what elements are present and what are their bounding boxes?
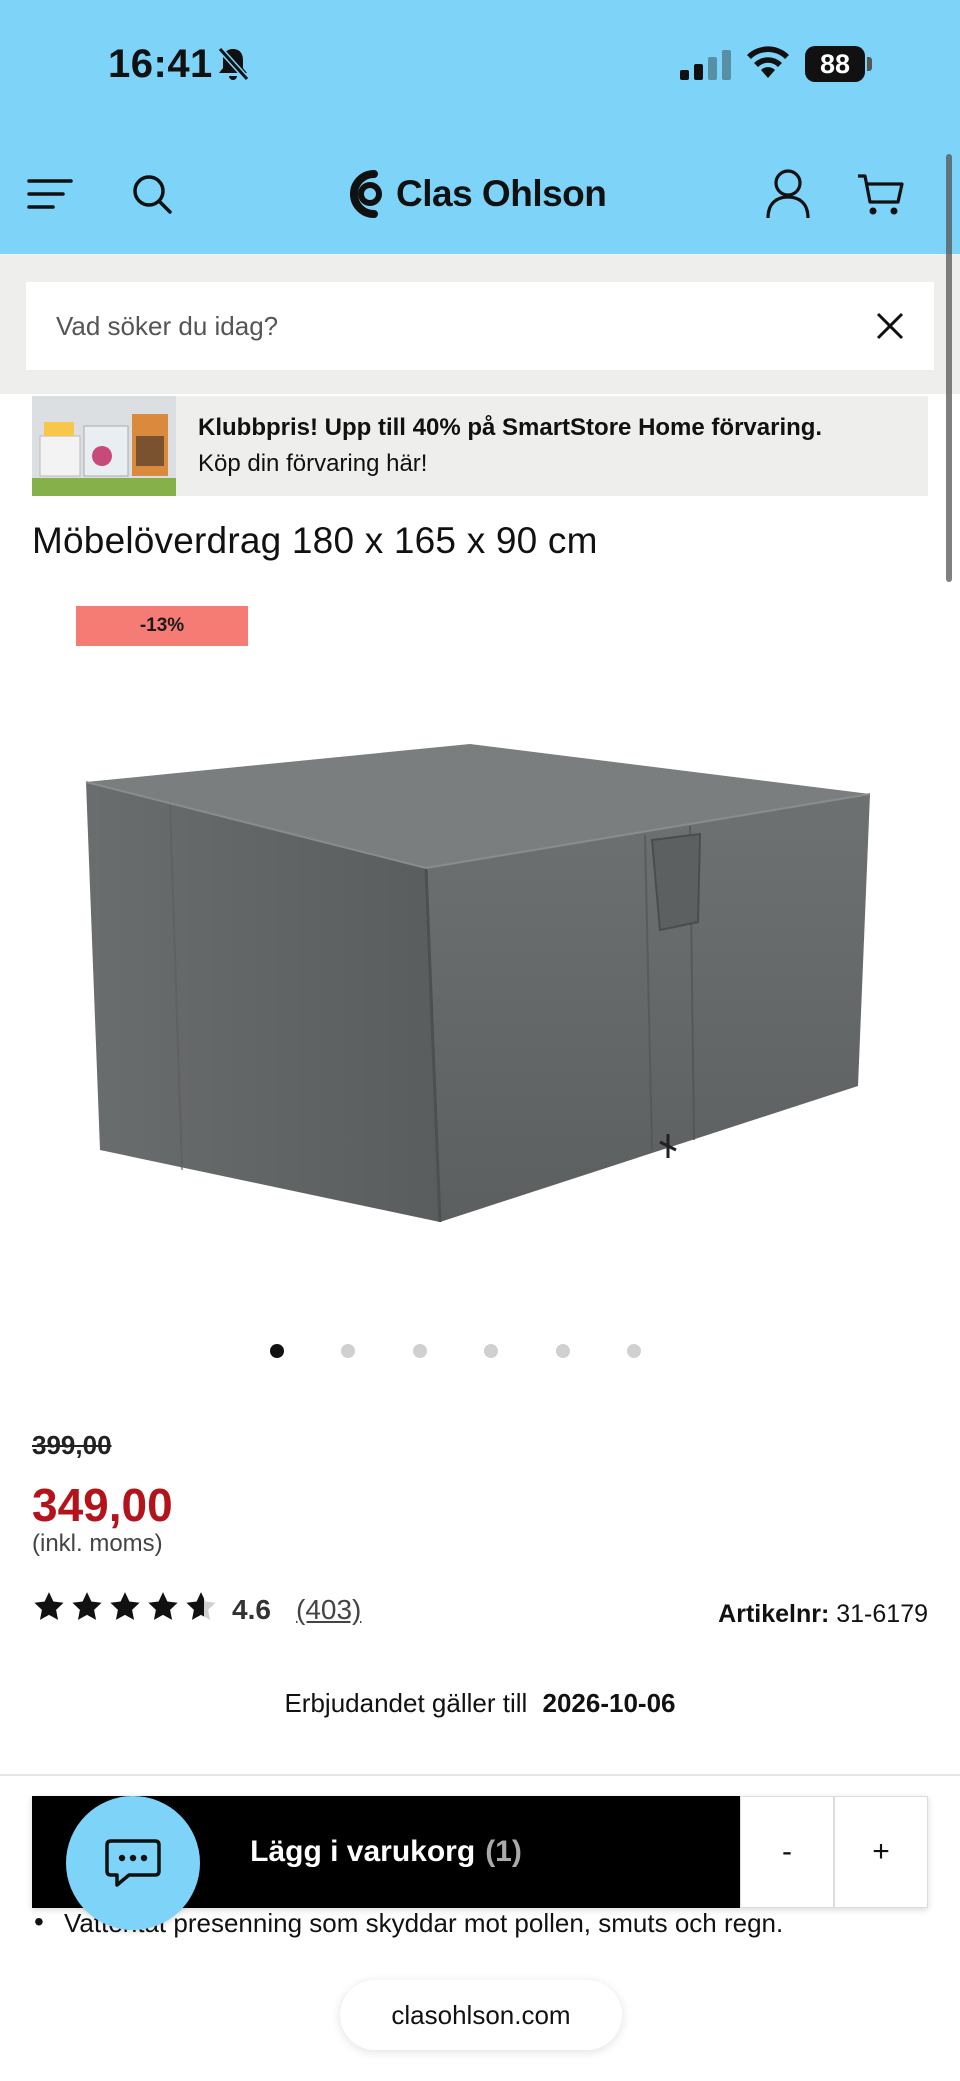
chat-button[interactable] (66, 1796, 200, 1930)
battery-level: 88 (805, 46, 865, 82)
close-icon[interactable] (872, 308, 908, 344)
menu-icon[interactable] (22, 166, 78, 222)
carousel-dots (0, 1344, 960, 1364)
offer-validity: Erbjudandet gäller till 2026-10-06 (0, 1688, 960, 1719)
search-box (26, 282, 934, 370)
carousel-dot[interactable] (413, 1344, 427, 1358)
cart-icon[interactable] (852, 166, 908, 222)
article-value: 31-6179 (836, 1600, 928, 1628)
carousel-dot[interactable] (627, 1344, 641, 1358)
status-bar: 16:41 88 (0, 0, 960, 130)
promo-subline: Köp din förvaring här! (198, 450, 428, 477)
increase-quantity-button[interactable]: + (834, 1796, 928, 1908)
promo-headline: Klubbpris! Upp till 40% på SmartStore Ho… (198, 414, 823, 441)
status-time: 16:41 (108, 42, 213, 86)
star-icon (110, 1592, 140, 1620)
promo-banner[interactable]: Klubbpris! Upp till 40% på SmartStore Ho… (32, 396, 928, 496)
rating-stars (32, 1590, 218, 1624)
article-label: Artikelnr: (718, 1600, 830, 1628)
browser-url[interactable]: clasohlson.com (340, 1980, 622, 2050)
current-price: 349,00 (32, 1479, 173, 1531)
search-icon[interactable] (124, 166, 180, 222)
logo-icon (350, 170, 382, 218)
battery-icon: 88 (805, 46, 872, 82)
star-icon (34, 1592, 64, 1620)
star-icon (148, 1592, 178, 1620)
search-input[interactable] (56, 282, 836, 370)
offer-date: 2026-10-06 (542, 1688, 676, 1718)
divider (0, 1774, 960, 1776)
account-icon[interactable] (760, 166, 816, 222)
rating-value: 4.6 (232, 1594, 271, 1625)
star-half-icon (186, 1592, 216, 1620)
offer-label: Erbjudandet gäller till (284, 1688, 528, 1718)
search-area (0, 254, 960, 394)
discount-badge: -13% (76, 606, 248, 646)
carousel-dot[interactable] (484, 1344, 498, 1358)
site-header: Clas Ohlson (0, 130, 960, 254)
clas-ohlson-logo[interactable]: Clas Ohlson (344, 164, 607, 224)
promo-image (32, 396, 176, 496)
logo-text: Clas Ohlson (396, 173, 607, 214)
bell-slash-icon (217, 46, 250, 82)
carousel-dot[interactable] (556, 1344, 570, 1358)
carousel-dot[interactable] (341, 1344, 355, 1358)
vat-note: (inkl. moms) (32, 1530, 163, 1557)
product-title: Möbelöverdrag 180 x 165 x 90 cm (32, 520, 598, 561)
star-icon (72, 1592, 102, 1620)
article-number: Artikelnr: 31-6179 (718, 1600, 928, 1629)
wifi-icon (747, 46, 789, 78)
product-image[interactable] (70, 730, 890, 1230)
decrease-quantity-button[interactable]: - (740, 1796, 834, 1908)
carousel-dot[interactable] (270, 1344, 284, 1358)
reviews-link[interactable]: (403) (296, 1594, 361, 1626)
chat-icon (105, 1839, 161, 1887)
cart-count: (1) (485, 1835, 522, 1868)
scrollbar[interactable] (946, 154, 952, 582)
add-to-cart-label: Lägg i varukorg (250, 1835, 476, 1868)
signal-icon (680, 50, 731, 80)
old-price: 399,00 (32, 1430, 112, 1460)
